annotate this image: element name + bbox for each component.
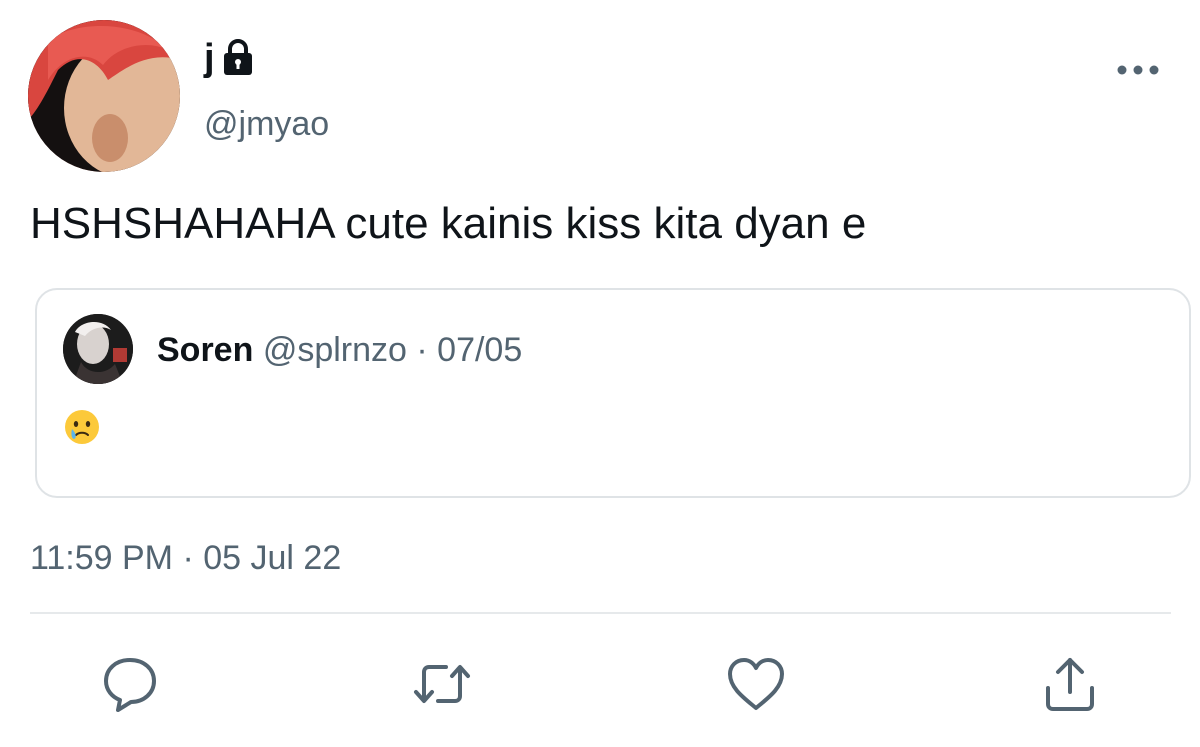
tweet-date: 05 Jul 22	[203, 539, 342, 577]
quoted-tweet-card[interactable]: Soren @splrnzo · 07/05	[35, 288, 1191, 498]
divider	[30, 612, 1171, 614]
quoted-author-avatar	[63, 314, 133, 384]
author-avatar[interactable]	[28, 20, 180, 172]
retweet-button[interactable]	[410, 652, 474, 716]
tweet-detail: j @jmyao HSHSHAHAHA cute kainis kiss kit…	[0, 0, 1200, 747]
tweet-timestamp[interactable]: 11:59 PM · 05 Jul 22	[30, 536, 341, 580]
retweet-icon	[414, 665, 470, 703]
reply-icon	[104, 658, 156, 712]
quoted-tweet-meta: Soren @splrnzo · 07/05	[157, 328, 522, 372]
reply-button[interactable]	[98, 652, 162, 716]
share-icon	[1046, 658, 1094, 711]
author-handle[interactable]: @jmyao	[204, 102, 329, 146]
quoted-author-handle: @splrnzo	[262, 331, 407, 369]
more-options-icon[interactable]	[1116, 60, 1160, 80]
tweet-text: HSHSHAHAHA cute kainis kiss kita dyan e	[30, 199, 867, 248]
tweet-time: 11:59 PM	[30, 539, 174, 577]
author-name-row: j	[204, 36, 257, 80]
quoted-separator: ·	[416, 331, 428, 369]
lock-icon	[219, 38, 257, 78]
quoted-author-name: Soren	[157, 331, 254, 369]
like-button[interactable]	[724, 652, 788, 716]
avatar-image	[28, 20, 180, 172]
timestamp-separator: ·	[182, 539, 194, 577]
quoted-date: 07/05	[437, 331, 523, 369]
heart-icon	[728, 658, 784, 710]
quoted-avatar-image	[63, 314, 133, 384]
author-display-name[interactable]: j	[204, 36, 215, 80]
share-button[interactable]	[1038, 652, 1102, 716]
face-holding-back-tears-emoji	[63, 408, 101, 446]
